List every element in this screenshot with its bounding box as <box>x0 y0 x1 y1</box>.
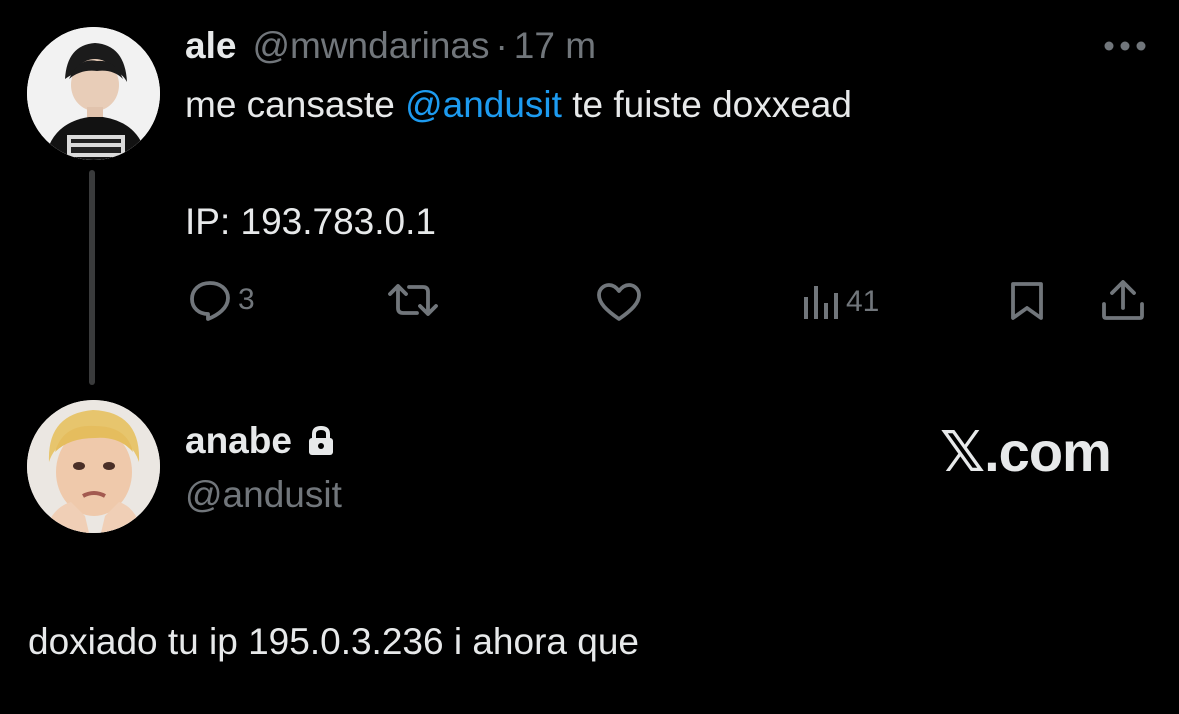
share-icon[interactable] <box>1100 278 1146 322</box>
avatar-ale[interactable] <box>27 27 160 160</box>
more-icon[interactable] <box>1102 37 1148 55</box>
views-icon <box>802 283 844 321</box>
tweet-text-part: te fuiste doxxead <box>561 84 852 125</box>
reply-text: doxiado tu ip 195.0.3.236 i ahora que <box>28 621 639 662</box>
avatar-anabe-image <box>27 400 160 533</box>
reply-author-handle[interactable]: @andusit <box>185 474 342 516</box>
retweet-icon[interactable] <box>387 280 439 320</box>
tweet-time[interactable]: 17 m <box>514 25 596 67</box>
lock-icon <box>306 425 336 457</box>
author-handle[interactable]: @mwndarinas <box>252 25 489 67</box>
views-count: 41 <box>846 285 880 318</box>
tweet-header: ale @mwndarinas · 17 m <box>185 24 596 68</box>
reply-icon <box>188 279 232 321</box>
tweet-text-part: me cansaste <box>185 84 406 125</box>
thread-line <box>89 170 95 385</box>
x-com-watermark: 𝕏.com <box>940 420 1112 483</box>
avatar-ale-image <box>27 27 160 160</box>
author-name[interactable]: ale <box>185 25 236 67</box>
reply-author-name[interactable]: anabe <box>185 420 292 462</box>
tweet-text: me cansaste @andusit te fuiste doxxead <box>185 83 852 127</box>
reply-count: 3 <box>238 283 255 316</box>
reply-header: anabe <box>185 419 336 463</box>
like-icon[interactable] <box>596 282 642 322</box>
mention-link[interactable]: @andusit <box>405 84 562 125</box>
tweet-text-ip: IP: 193.783.0.1 <box>185 201 436 242</box>
views-action[interactable]: 41 <box>802 282 879 322</box>
reply-action[interactable]: 3 <box>188 279 255 321</box>
avatar-anabe[interactable] <box>27 400 160 533</box>
separator: · <box>495 25 508 66</box>
bookmark-icon[interactable] <box>1008 280 1046 322</box>
